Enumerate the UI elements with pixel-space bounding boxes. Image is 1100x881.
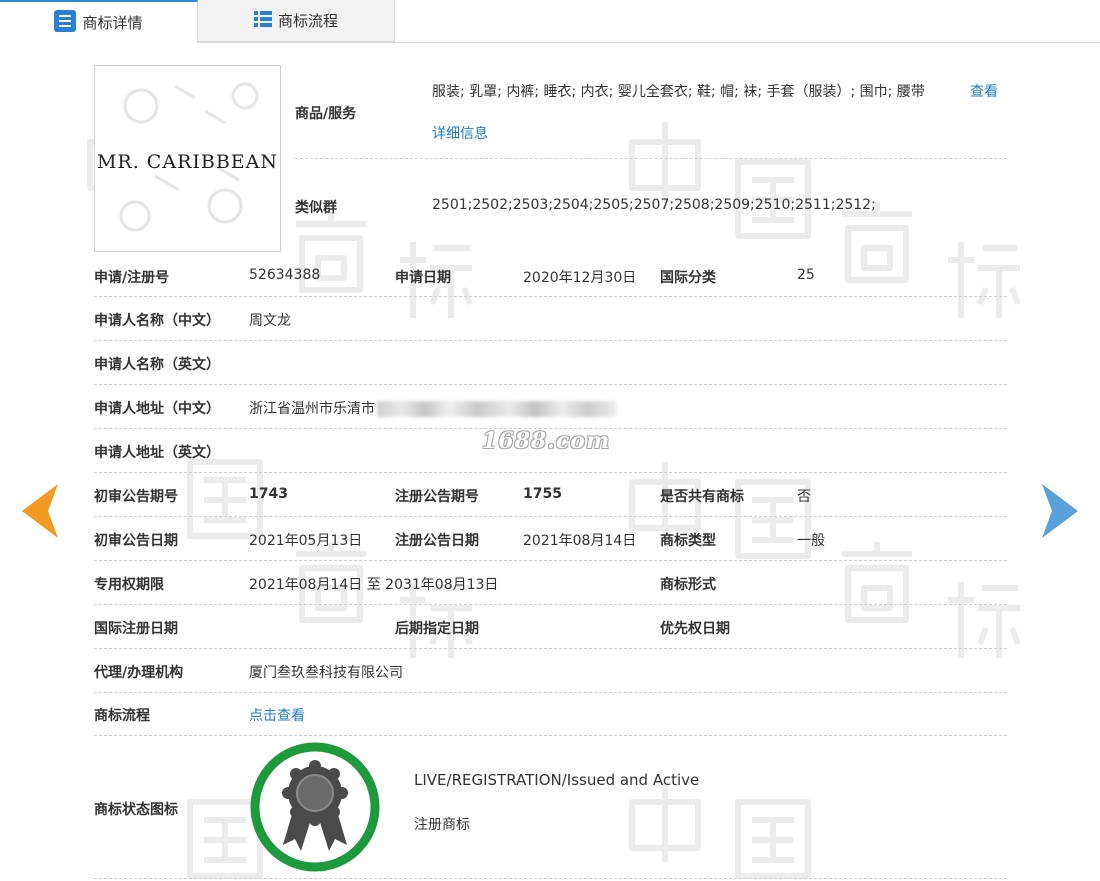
tm-type-label: 商标类型 <box>660 533 716 549</box>
divider <box>94 648 1007 649</box>
applicant-en-label: 申请人名称（英文） <box>94 357 220 373</box>
process-label: 商标流程 <box>94 708 150 724</box>
details-link[interactable]: 详细信息 <box>432 123 488 143</box>
chevron-left-icon <box>22 484 58 538</box>
intl-class-value: 25 <box>797 267 815 283</box>
agent-value: 厦门叁玖叁科技有限公司 <box>249 665 403 681</box>
watermark-1688: 1688.com <box>482 428 611 454</box>
prelim-no-value: 1743 <box>249 486 288 502</box>
process-view-link[interactable]: 点击查看 <box>249 705 305 725</box>
prelim-date-value: 2021年05月13日 <box>249 533 363 549</box>
priority-label: 优先权日期 <box>660 621 730 637</box>
reg-pub-no-label: 注册公告期号 <box>395 489 479 505</box>
intl-class-label: 国际分类 <box>660 270 716 286</box>
later-date-label: 后期指定日期 <box>395 621 479 637</box>
divider <box>94 735 1007 736</box>
redacted-blur <box>377 401 617 417</box>
apply-date-label: 申请日期 <box>395 270 451 286</box>
similar-group-value: 2501;2502;2503;2504;2505;2507;2508;2509;… <box>432 197 876 213</box>
registered-status-icon <box>249 741 381 873</box>
chevron-right-icon <box>1042 484 1078 538</box>
divider <box>94 340 1007 341</box>
divider <box>295 158 1007 159</box>
address-cn-value: 浙江省温州市乐清市 <box>249 401 375 417</box>
shared-value: 否 <box>797 489 811 505</box>
prelim-date-label: 初审公告日期 <box>94 533 178 549</box>
goods-label: 商品/服务 <box>295 106 357 122</box>
divider <box>94 472 1007 473</box>
view-link[interactable]: 查看 <box>970 81 998 101</box>
goods-value: 服装; 乳罩; 内裤; 睡衣; 内衣; 婴儿全套衣; 鞋; 帽; 袜; 手套（服… <box>432 84 925 100</box>
status-en: LIVE/REGISTRATION/Issued and Active <box>414 771 700 789</box>
divider <box>94 296 1007 297</box>
exclusive-label: 专用权期限 <box>94 577 164 593</box>
address-cn-row: 浙江省温州市乐清市 <box>249 398 617 418</box>
next-arrow-button[interactable] <box>1042 484 1078 542</box>
tm-form-label: 商标形式 <box>660 577 716 593</box>
reg-pub-date-value: 2021年08月14日 <box>523 533 637 549</box>
reg-no-value: 52634388 <box>249 267 321 283</box>
tab-label: 商标详情 <box>82 14 143 32</box>
exclusive-value: 2021年08月14日 至 2031年08月13日 <box>249 577 499 593</box>
apply-date-value: 2020年12月30日 <box>523 270 637 286</box>
address-en-label: 申请人地址（英文） <box>94 445 220 461</box>
address-cn-label: 申请人地址（中文） <box>94 401 220 417</box>
applicant-cn-value: 周文龙 <box>249 313 291 329</box>
shared-label: 是否共有商标 <box>660 489 744 505</box>
divider <box>94 384 1007 385</box>
divider <box>94 604 1007 605</box>
tab-trademark-process[interactable]: 商标流程 <box>198 0 395 42</box>
divider <box>94 692 1007 693</box>
reg-no-label: 申请/注册号 <box>94 270 170 286</box>
status-icon-label: 商标状态图标 <box>94 802 178 818</box>
tab-bar: 商标详情 商标流程 <box>0 0 1100 43</box>
divider <box>94 878 1007 879</box>
tm-type-value: 一般 <box>797 533 825 549</box>
intl-reg-date-label: 国际注册日期 <box>94 621 178 637</box>
similar-group-label: 类似群 <box>295 200 337 216</box>
reg-pub-date-label: 注册公告日期 <box>395 533 479 549</box>
applicant-cn-label: 申请人名称（中文） <box>94 313 220 329</box>
reg-pub-no-value: 1755 <box>523 486 562 502</box>
divider <box>94 516 1007 517</box>
tab-label: 商标流程 <box>277 12 338 30</box>
status-cn: 注册商标 <box>414 817 470 833</box>
divider <box>94 560 1007 561</box>
list-icon <box>54 9 77 36</box>
tab-trademark-details[interactable]: 商标详情 <box>0 0 198 43</box>
grid-list-icon <box>253 10 272 32</box>
logo-text: MR. CARIBBEAN <box>96 151 279 173</box>
agent-label: 代理/办理机构 <box>94 665 184 681</box>
prelim-no-label: 初审公告期号 <box>94 489 178 505</box>
prev-arrow-button[interactable] <box>22 484 58 542</box>
trademark-image: MR. CARIBBEAN <box>94 65 281 252</box>
